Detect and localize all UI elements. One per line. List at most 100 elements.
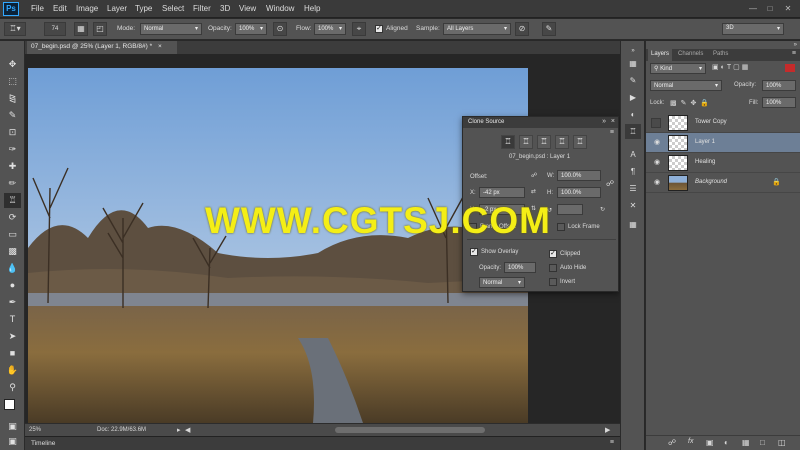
document-tab[interactable]: 07_begin.psd @ 25% (Layer 1, RGB/8#) * × bbox=[27, 41, 177, 54]
layer-row-background[interactable]: ◉ Background 🔒 bbox=[646, 173, 800, 193]
actions-panel-icon[interactable]: ▶ bbox=[625, 90, 641, 105]
invert-checkbox[interactable] bbox=[549, 278, 557, 286]
blend-mode-select[interactable]: Normal ▾ bbox=[650, 80, 722, 91]
filter-type-icons[interactable]: ▣◐T▢▦ bbox=[712, 63, 750, 71]
eraser-tool-icon[interactable]: ▭ bbox=[4, 227, 21, 242]
menu-type[interactable]: Type bbox=[135, 4, 152, 13]
tab-channels[interactable]: Channels bbox=[675, 48, 706, 61]
type-tool-icon[interactable]: T bbox=[4, 312, 21, 327]
screen-mode-icon[interactable]: ▣ bbox=[4, 434, 21, 449]
timeline-panel[interactable]: Timeline ≡ bbox=[25, 436, 620, 450]
close-tab-icon[interactable]: × bbox=[158, 43, 162, 50]
collapse-panel-icon[interactable]: » bbox=[602, 118, 606, 125]
properties-panel-icon[interactable]: ▦ bbox=[625, 217, 641, 232]
history-panel-icon[interactable]: ▦ bbox=[625, 56, 641, 71]
menu-layer[interactable]: Layer bbox=[107, 4, 127, 13]
opacity-input[interactable]: 100% ▾ bbox=[235, 23, 267, 35]
link-offset-icon[interactable]: ☍ bbox=[531, 172, 537, 179]
foreground-color-swatch[interactable] bbox=[4, 399, 15, 410]
zoom-tool-icon[interactable]: ⚲ bbox=[4, 380, 21, 395]
sample-select[interactable]: All Layers ▾ bbox=[443, 23, 511, 35]
history-brush-tool-icon[interactable]: ⟳ bbox=[4, 210, 21, 225]
path-selection-tool-icon[interactable]: ➤ bbox=[4, 329, 21, 344]
scroll-left-icon[interactable]: ◀ bbox=[185, 426, 190, 434]
tool-presets-icon[interactable]: ✕ bbox=[625, 198, 641, 213]
pressure-size-icon[interactable]: ✎ bbox=[542, 22, 556, 36]
overlay-opacity-input[interactable]: 100% bbox=[504, 262, 536, 273]
gradient-tool-icon[interactable]: ▩ bbox=[4, 244, 21, 259]
fx-icon[interactable]: fx bbox=[688, 438, 693, 445]
clone-stamp-tool-icon[interactable]: ♖ bbox=[4, 193, 21, 208]
layer-row-tower-copy[interactable]: Tower Copy bbox=[646, 113, 800, 133]
link-icon[interactable]: ☍ bbox=[668, 438, 676, 447]
horizontal-scrollbar[interactable] bbox=[335, 427, 485, 433]
flip-horizontal-icon[interactable]: ⇄ bbox=[531, 188, 536, 195]
close-panel-icon[interactable]: × bbox=[611, 118, 615, 125]
filter-kind-select[interactable]: ⚲ Kind ▾ bbox=[650, 63, 706, 74]
menu-view[interactable]: View bbox=[239, 4, 256, 13]
rectangle-tool-icon[interactable]: ■ bbox=[4, 346, 21, 361]
width-scale-input[interactable]: 100.0% bbox=[557, 170, 601, 181]
auto-hide-checkbox[interactable] bbox=[549, 264, 557, 272]
menu-help[interactable]: Help bbox=[304, 4, 320, 13]
layer-opacity-input[interactable]: 100% bbox=[762, 80, 796, 91]
x-offset-input[interactable]: -42 px bbox=[479, 187, 525, 198]
clone-source-5-icon[interactable]: ♖ bbox=[573, 135, 587, 149]
group-icon[interactable]: ▦ bbox=[742, 438, 750, 447]
reset-transform-icon[interactable]: ↻ bbox=[600, 206, 605, 213]
trash-icon[interactable]: ◫ bbox=[778, 438, 786, 447]
adjustments-panel-icon[interactable]: ◐ bbox=[625, 107, 641, 122]
clone-source-3-icon[interactable]: ♖ bbox=[537, 135, 551, 149]
brush-tool-icon[interactable]: ✏ bbox=[4, 176, 21, 191]
close-icon[interactable]: ✕ bbox=[782, 3, 794, 14]
status-menu-arrow-icon[interactable]: ▸ bbox=[177, 426, 181, 434]
eyedropper-tool-icon[interactable]: ✑ bbox=[4, 142, 21, 157]
marquee-tool-icon[interactable]: ⬚ bbox=[4, 74, 21, 89]
hand-tool-icon[interactable]: ✋ bbox=[4, 363, 21, 378]
panel-menu-icon[interactable]: ≡ bbox=[610, 129, 614, 136]
rotation-input[interactable] bbox=[557, 204, 583, 215]
clone-source-4-icon[interactable]: ♖ bbox=[555, 135, 569, 149]
eye-icon[interactable]: ◉ bbox=[652, 139, 662, 147]
layer-row-healing[interactable]: ◉ Healing bbox=[646, 153, 800, 173]
quick-select-tool-icon[interactable]: ✎ bbox=[4, 108, 21, 123]
new-layer-icon[interactable]: □ bbox=[760, 438, 765, 447]
layer-row-layer-1[interactable]: ◉ Layer 1 bbox=[646, 133, 800, 153]
clone-source-1-icon[interactable]: ♖ bbox=[501, 135, 515, 149]
clone-source-dock-icon[interactable]: ♖ bbox=[625, 124, 641, 139]
show-overlay-checkbox[interactable]: ✓ bbox=[470, 248, 478, 256]
blur-tool-icon[interactable]: 💧 bbox=[4, 261, 21, 276]
clone-stamp-preset-icon[interactable]: ♖▾ bbox=[4, 22, 26, 36]
zoom-level[interactable]: 25% bbox=[29, 427, 41, 433]
pressure-opacity-icon[interactable]: ⊙ bbox=[273, 22, 287, 36]
menu-image[interactable]: Image bbox=[76, 4, 98, 13]
panel-menu-icon[interactable]: ≡ bbox=[792, 50, 796, 57]
clone-source-panel-icon[interactable]: ◰ bbox=[93, 22, 107, 36]
tab-layers[interactable]: Layers bbox=[648, 48, 673, 61]
clipped-checkbox[interactable]: ✓ bbox=[549, 250, 557, 258]
lock-options-icons[interactable]: ▩✎✥🔒 bbox=[670, 99, 713, 107]
eye-icon[interactable]: ◉ bbox=[652, 159, 662, 167]
height-scale-input[interactable]: 100.0% bbox=[557, 187, 601, 198]
eye-icon[interactable]: ◉ bbox=[652, 179, 662, 187]
healing-brush-tool-icon[interactable]: ✚ bbox=[4, 159, 21, 174]
canvas-image[interactable] bbox=[28, 68, 528, 423]
maintain-aspect-icon[interactable]: ☍ bbox=[606, 179, 614, 188]
menu-window[interactable]: Window bbox=[266, 4, 294, 13]
menu-3d[interactable]: 3D bbox=[220, 4, 230, 13]
scroll-right-icon[interactable]: ▶ bbox=[605, 426, 610, 434]
quick-mask-icon[interactable]: ▣ bbox=[4, 419, 21, 434]
brush-panel-icon[interactable]: ▦ bbox=[74, 22, 88, 36]
lock-frame-checkbox[interactable] bbox=[557, 223, 565, 231]
airbrush-icon[interactable]: ⌖ bbox=[352, 22, 366, 36]
fill-input[interactable]: 100% bbox=[762, 97, 796, 108]
ignore-adjustment-layers-icon[interactable]: ⊘ bbox=[515, 22, 529, 36]
pen-tool-icon[interactable]: ✒ bbox=[4, 295, 21, 310]
lasso-tool-icon[interactable]: ⧎ bbox=[4, 91, 21, 106]
mask-icon[interactable]: ▣ bbox=[706, 438, 714, 447]
brush-presets-icon[interactable]: ✎ bbox=[625, 73, 641, 88]
character-panel-icon[interactable]: A bbox=[625, 147, 641, 162]
menu-filter[interactable]: Filter bbox=[193, 4, 211, 13]
filter-toggle-icon[interactable] bbox=[785, 64, 795, 72]
collapse-panel-icon[interactable]: » bbox=[794, 42, 797, 48]
